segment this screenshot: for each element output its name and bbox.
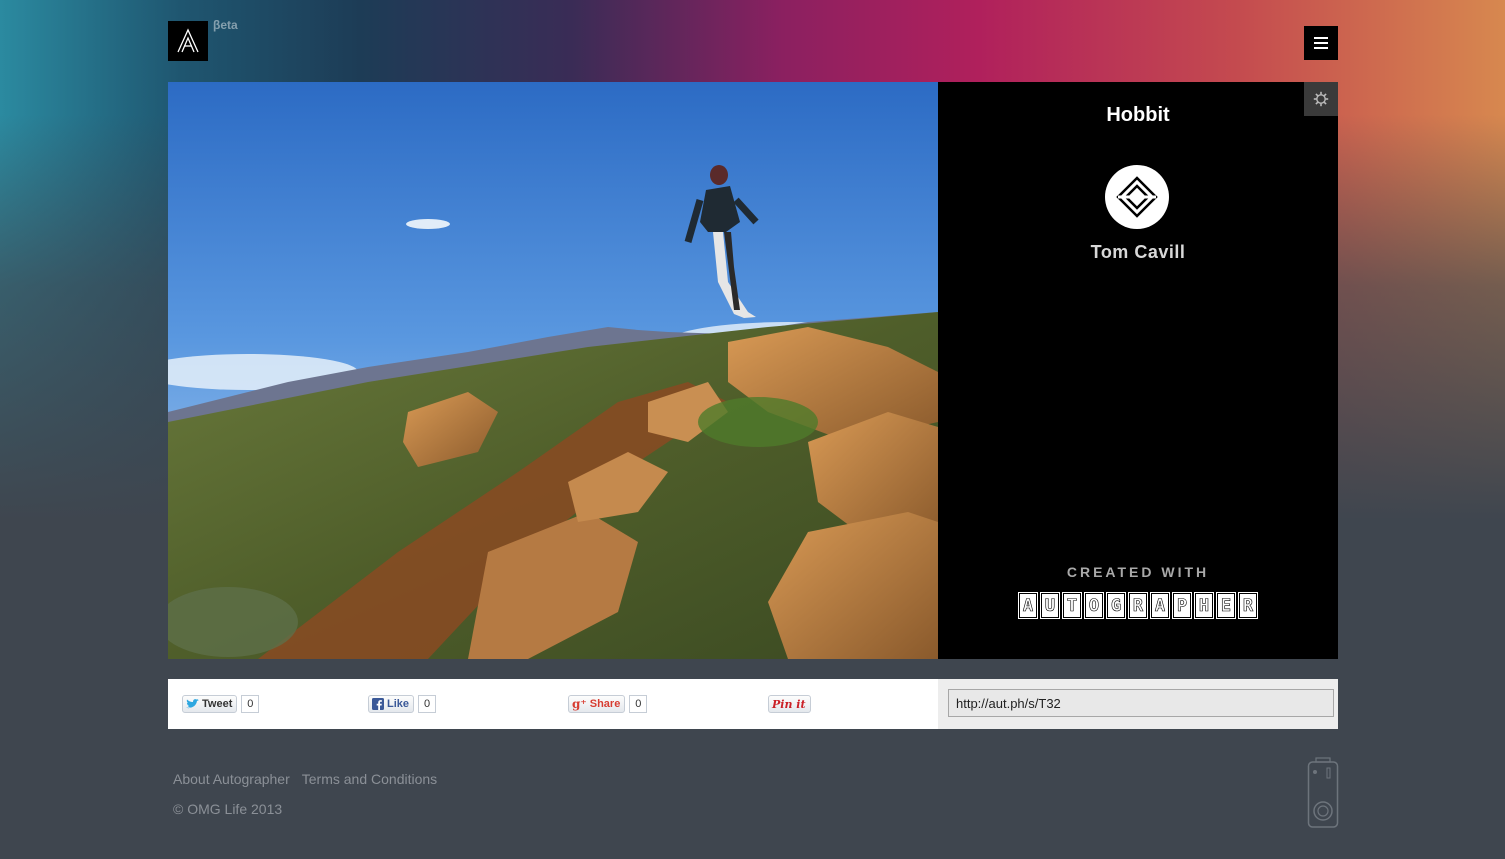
about-autographer-link[interactable]: About Autographer — [173, 771, 290, 787]
like-label: Like — [387, 698, 410, 710]
brand-letter: H — [1194, 592, 1214, 619]
share-url-field[interactable] — [948, 689, 1334, 717]
photo-info-panel: Hobbit Tom Cavill CREATED WITH A U T O G… — [938, 82, 1338, 659]
brand-letter: U — [1040, 592, 1060, 619]
like-count: 0 — [418, 695, 437, 713]
facebook-like-widget: Like 0 — [368, 695, 437, 713]
landscape-photo — [168, 82, 938, 659]
author-name: Tom Cavill — [1090, 242, 1186, 262]
tweet-widget: Tweet 0 — [182, 695, 260, 713]
google-plus-count: 0 — [629, 695, 648, 713]
brand-letter: P — [1172, 592, 1192, 619]
share-url-container — [938, 679, 1338, 729]
brand-letter: O — [1084, 592, 1104, 619]
pin-it-button[interactable]: Pin it — [768, 695, 811, 713]
hamburger-menu-icon — [1314, 37, 1328, 49]
author-avatar[interactable] — [1105, 165, 1169, 229]
google-plus-widget: g⁺ Share 0 — [568, 695, 648, 713]
autographer-logo[interactable] — [168, 21, 208, 61]
brand-letter: T — [1062, 592, 1082, 619]
photo-title: Hobbit — [1106, 104, 1170, 126]
beta-label: βeta — [213, 18, 238, 32]
brand-letter: G — [1106, 592, 1126, 619]
logo-a-icon — [177, 28, 199, 53]
google-plus-share-button[interactable]: g⁺ Share — [568, 695, 626, 713]
facebook-like-button[interactable]: Like — [368, 695, 415, 713]
camera-device-icon — [1307, 757, 1339, 828]
footer-links: About Autographer Terms and Conditions — [173, 771, 437, 787]
facebook-icon — [372, 698, 384, 710]
brand-letter: R — [1238, 592, 1258, 619]
brand-letter: A — [1018, 592, 1038, 619]
share-bar: Tweet 0 Like 0 g⁺ Share 0 Pin it — [168, 679, 938, 729]
tweet-label: Tweet — [202, 698, 233, 710]
menu-button[interactable] — [1304, 26, 1338, 60]
brand-letter: R — [1128, 592, 1148, 619]
avatar-logo-icon — [1116, 176, 1158, 218]
brand-letter: E — [1216, 592, 1236, 619]
terms-and-conditions-link[interactable]: Terms and Conditions — [302, 771, 437, 787]
pin-it-label: Pin it — [772, 697, 806, 711]
tweet-button[interactable]: Tweet — [182, 695, 238, 713]
main-photo[interactable] — [168, 82, 938, 659]
twitter-bird-icon — [186, 699, 199, 709]
share-label: Share — [589, 698, 621, 710]
autographer-camera-icon — [1307, 757, 1339, 834]
pinterest-widget: Pin it — [768, 695, 811, 713]
brand-letter: A — [1150, 592, 1170, 619]
autographer-brand: A U T O G R A P H E R — [1018, 592, 1258, 619]
tweet-count: 0 — [241, 695, 260, 713]
copyright-text: © OMG Life 2013 — [173, 801, 283, 817]
created-with-label: CREATED WITH — [1066, 564, 1210, 580]
google-plus-icon: g⁺ — [572, 697, 587, 711]
